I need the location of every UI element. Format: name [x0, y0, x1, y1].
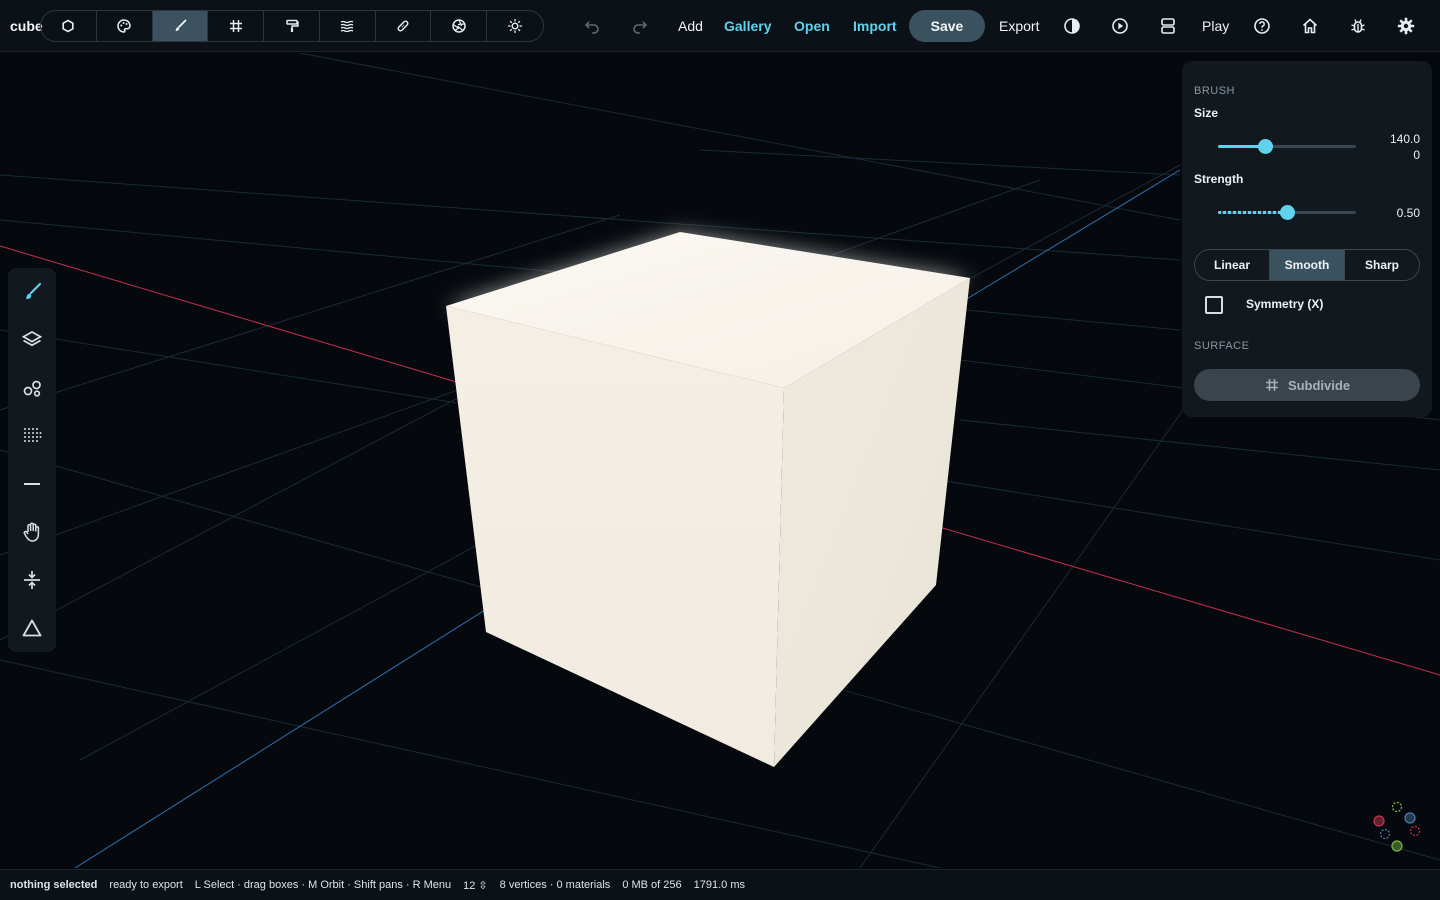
open-button[interactable]: Open — [794, 0, 830, 52]
mode-selector — [40, 10, 544, 42]
triangle-icon — [22, 619, 42, 637]
mesh-info: 8 vertices · 0 materials — [499, 879, 611, 891]
pinch-tool-button[interactable] — [8, 604, 56, 652]
falloff-smooth-button[interactable]: Smooth — [1270, 250, 1345, 280]
aperture-mode-button[interactable] — [431, 11, 488, 41]
home-icon — [1302, 18, 1318, 34]
light-mode-button[interactable] — [487, 11, 543, 41]
brush-mode-button[interactable] — [152, 11, 209, 41]
gear-icon — [1397, 17, 1415, 35]
undo-icon — [584, 21, 599, 34]
top-toolbar: cube Add Gallery Open Import Save Export… — [0, 0, 1440, 52]
shortcut-hints: L Select · drag boxes · M Orbit · Shift … — [194, 879, 452, 891]
grid-icon — [229, 20, 242, 32]
brush-section-heading: BRUSH — [1194, 85, 1236, 97]
strength-slider-handle[interactable] — [1280, 205, 1295, 220]
bandage-mode-button[interactable] — [376, 11, 432, 41]
size-label: Size — [1194, 106, 1219, 120]
undo-button[interactable] — [580, 14, 604, 38]
strength-slider[interactable] — [1218, 203, 1356, 223]
waves-mode-button[interactable] — [320, 11, 376, 41]
grab-tool-button[interactable] — [8, 508, 56, 556]
home-button[interactable] — [1298, 14, 1322, 38]
symmetry-label: Symmetry (X) — [1246, 297, 1324, 311]
circle-icon — [62, 19, 74, 33]
subdivide-label: Subdivide — [1287, 377, 1351, 393]
roller-mode-button[interactable] — [264, 11, 320, 41]
help-icon — [1254, 18, 1270, 34]
brush-icon — [175, 19, 187, 32]
redo-button[interactable] — [628, 14, 652, 38]
frame-time: 1791.0 ms — [693, 879, 746, 891]
gallery-button[interactable]: Gallery — [724, 0, 771, 52]
add-button[interactable]: Add — [678, 0, 703, 52]
selection-status: nothing selected — [10, 879, 98, 891]
left-toolbar — [8, 268, 56, 652]
layers-tool-button[interactable] — [8, 316, 56, 364]
object-count: 12 ⇳ — [463, 879, 488, 892]
grid-icon — [1265, 379, 1278, 391]
contrast-button[interactable] — [1060, 14, 1084, 38]
save-button[interactable]: Save — [909, 10, 985, 42]
status-bar: nothing selected ready to export L Selec… — [0, 869, 1440, 900]
sun-icon — [507, 18, 523, 34]
play-circle-icon — [1112, 18, 1128, 34]
minus-icon — [24, 483, 40, 485]
layout-button[interactable] — [1156, 14, 1180, 38]
layers-icon — [21, 331, 43, 347]
strength-value: 0.50 — [1396, 206, 1420, 220]
redo-icon — [633, 21, 648, 34]
surface-section-heading: SURFACE — [1194, 340, 1250, 352]
nodes-tool-button[interactable] — [8, 364, 56, 412]
nodes-icon — [23, 380, 41, 397]
settings-button[interactable] — [1394, 14, 1418, 38]
export-button[interactable]: Export — [999, 0, 1039, 52]
stack-icon — [1161, 18, 1175, 34]
grid-mode-button[interactable] — [208, 11, 265, 41]
help-button[interactable] — [1250, 14, 1274, 38]
bandage-icon — [397, 20, 409, 32]
export-status: ready to export — [109, 879, 183, 891]
hand-icon — [23, 522, 40, 542]
size-slider[interactable] — [1218, 137, 1356, 157]
flatten-tool-button[interactable] — [8, 556, 56, 604]
contrast-icon — [1064, 18, 1080, 34]
select-mode-button[interactable] — [41, 11, 97, 41]
paint-mode-button[interactable] — [97, 11, 153, 41]
dot-grid-icon — [24, 428, 42, 442]
size-slider-handle[interactable] — [1257, 139, 1273, 154]
document-title: cube — [10, 18, 43, 34]
preview-button[interactable] — [1108, 14, 1132, 38]
brush-settings-panel: BRUSH Size 140.0 0 Strength 0.50 Linear … — [1182, 61, 1432, 417]
strength-slider-fill — [1218, 211, 1287, 214]
waves-icon — [341, 20, 354, 33]
memory-usage: 0 MB of 256 — [622, 879, 682, 891]
brush-icon — [25, 282, 42, 300]
strength-label: Strength — [1194, 172, 1244, 186]
falloff-sharp-button[interactable]: Sharp — [1345, 250, 1419, 280]
import-button[interactable]: Import — [853, 0, 897, 52]
falloff-linear-button[interactable]: Linear — [1195, 250, 1270, 280]
bug-icon — [1351, 19, 1365, 33]
orientation-gizmo[interactable] — [1370, 800, 1424, 854]
aperture-icon — [452, 19, 466, 33]
play-button[interactable]: Play — [1202, 0, 1229, 52]
symmetry-checkbox[interactable] — [1205, 296, 1223, 314]
brush-tool-button[interactable] — [8, 268, 56, 316]
debug-button[interactable] — [1346, 14, 1370, 38]
palette-icon — [117, 19, 131, 33]
subdivide-button[interactable]: Subdivide — [1194, 369, 1420, 401]
paint-roller-icon — [285, 19, 299, 32]
cube-mesh[interactable] — [446, 232, 970, 767]
size-value: 140.0 0 — [1389, 132, 1420, 162]
line-tool-button[interactable] — [8, 460, 56, 508]
dot-grid-tool-button[interactable] — [8, 412, 56, 460]
falloff-selector: Linear Smooth Sharp — [1194, 249, 1420, 281]
axis-gizmo-icon — [1373, 801, 1421, 852]
compress-icon — [24, 571, 40, 589]
